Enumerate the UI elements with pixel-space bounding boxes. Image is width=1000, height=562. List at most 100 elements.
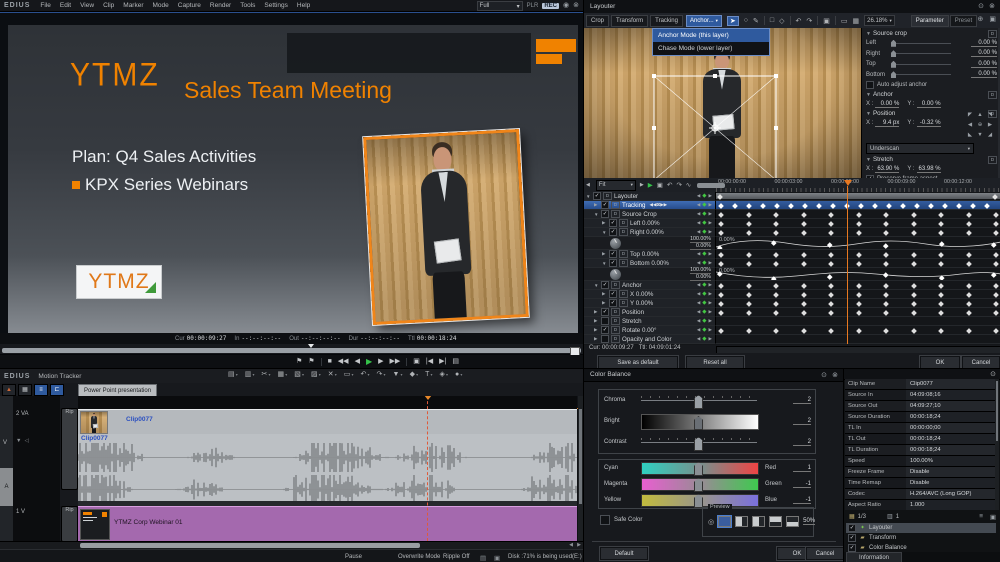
prev-edit-point-icon[interactable]: |◀ — [426, 357, 433, 366]
filter-layouter[interactable]: ✓ ✦ Layouter — [846, 523, 996, 533]
default-icon[interactable]: D — [619, 299, 628, 307]
anchor-values[interactable]: X :0.00 % Y :0.00 % — [866, 99, 997, 109]
scroll-left-icon[interactable]: ◀ — [569, 542, 573, 548]
graph-cell[interactable] — [716, 192, 1000, 201]
enable-checkbox[interactable]: ✓ — [601, 326, 609, 334]
track-patch-icon[interactable]: ⊏ — [50, 383, 64, 396]
expander-icon[interactable]: ▶ — [602, 300, 607, 306]
expander-icon[interactable]: ▶ — [594, 336, 599, 342]
copy-icon[interactable]: ▦ ▾ — [278, 370, 288, 378]
keyframe-nav[interactable]: ◀ ◆ ▶ — [697, 300, 712, 306]
enable-checkbox[interactable]: ✓ — [601, 281, 609, 289]
keyframe-diamond[interactable] — [828, 327, 834, 334]
keyframe-diamond[interactable] — [883, 211, 889, 218]
keyframe-nav[interactable]: ◀ ◆ ▶ — [697, 282, 712, 288]
expander-icon[interactable]: ▶ — [594, 318, 599, 324]
prev-key-icon[interactable]: ◀ — [697, 220, 700, 226]
jump-marker-icon[interactable]: ⚑ — [308, 357, 314, 366]
keyframe-diamond[interactable] — [910, 220, 917, 227]
slider-track[interactable] — [641, 395, 757, 409]
next-key-icon[interactable]: ▶ — [709, 291, 712, 297]
keyframe-diamond[interactable] — [745, 282, 752, 289]
focus-icon[interactable]: ▣ — [823, 17, 830, 25]
graph-cell[interactable] — [716, 201, 1000, 210]
keyframe-diamond[interactable] — [745, 260, 752, 267]
enable-checkbox[interactable] — [601, 317, 609, 325]
keyframe-diamond[interactable] — [883, 309, 889, 316]
recorder-toggle[interactable]: REC — [542, 3, 560, 9]
default-icon[interactable]: D — [988, 29, 997, 38]
keyframe-diamond[interactable] — [855, 211, 862, 218]
enable-checkbox[interactable]: ✓ — [601, 201, 609, 209]
play-icon[interactable]: ▶ — [366, 357, 372, 366]
tree-row-bottom[interactable]: ▼ ✓ D Bottom 0.00% ◀ ◆ ▶ — [584, 259, 1000, 268]
keyframe-diamond[interactable] — [910, 291, 917, 298]
keyframe-diamond[interactable] — [993, 220, 999, 227]
keyframe-diamond[interactable] — [718, 260, 724, 267]
slider-bright[interactable]: Bright 2 — [599, 411, 815, 432]
keyframe-diamond[interactable] — [910, 327, 917, 334]
keyframe-diamond[interactable] — [883, 229, 889, 236]
keyframe-diamond[interactable] — [883, 220, 889, 227]
status-icon-1[interactable]: ▤ — [480, 554, 486, 562]
keyframe-diamond[interactable] — [745, 300, 752, 307]
anchor-mode-dropdown[interactable]: Anchor... ▾ — [685, 14, 722, 27]
add-key-icon[interactable]: ◆ — [702, 193, 706, 199]
keyframe-diamond[interactable] — [886, 202, 892, 209]
expander-icon[interactable]: ▼ — [602, 230, 607, 235]
crop-right-slider[interactable]: Right 0.00 % — [866, 49, 997, 60]
keyframe-diamond[interactable] — [745, 229, 752, 236]
fit-dropdown[interactable]: Fit ▾ — [595, 179, 636, 191]
keyframe-nav[interactable]: ◀ ◆ ▶ — [697, 220, 712, 226]
prev-key-icon[interactable]: ◀ — [697, 318, 700, 324]
sync-mode-icon[interactable]: ▲ — [2, 383, 16, 396]
enable-checkbox[interactable]: ✓ — [609, 250, 617, 258]
graph-cell[interactable] — [716, 335, 1000, 344]
default-icon[interactable]: D — [611, 308, 620, 316]
keyframe-nav[interactable]: ◀ ◆ ▶ — [697, 260, 712, 266]
keyframe-ruler[interactable]: 00:00:00:00 00:00:03:00 00:00:06:00 00:00:0… — [716, 178, 1000, 192]
trim-icon[interactable]: ▭ ▾ — [344, 370, 354, 378]
keyframe-diamond[interactable] — [828, 309, 834, 316]
expander-icon[interactable]: ▼ — [586, 194, 591, 199]
expander-icon[interactable]: ▶ — [594, 309, 599, 315]
close-icon[interactable]: ⊗ — [832, 371, 838, 379]
graph-cell[interactable] — [716, 250, 1000, 259]
filter-checkbox[interactable]: ✓ — [848, 534, 856, 542]
keyframe-nav[interactable]: ◀ ◆ ▶ — [697, 327, 712, 333]
keyframe-diamond[interactable] — [883, 327, 889, 334]
cancel-button[interactable]: Cancel — [805, 546, 845, 561]
keyframe-diamond[interactable] — [800, 291, 807, 298]
rewind-icon[interactable]: ◀◀ — [338, 357, 349, 366]
title-clip[interactable]: YTMZ Corp Webinar 01 — [78, 506, 577, 541]
keyframe-diamond[interactable] — [858, 202, 864, 209]
capture-icon[interactable]: ● ▾ — [455, 371, 462, 378]
next-key-icon[interactable]: ▶ — [709, 318, 712, 324]
minimize-icon[interactable]: ◉ — [563, 2, 569, 10]
tree-cell[interactable]: 100.00% 0.00% — [584, 236, 716, 250]
keyframe-diamond[interactable] — [965, 251, 972, 258]
tree-cell[interactable]: ▶ ✓ D Position ◀ ◆ ▶ — [584, 308, 716, 317]
keyframe-diamond[interactable] — [718, 327, 724, 334]
keyframe-diamond[interactable] — [718, 300, 724, 307]
menu-view[interactable]: View — [80, 2, 94, 9]
next-key-icon[interactable]: ▶ — [709, 282, 712, 288]
graph-cell[interactable] — [716, 281, 1000, 290]
slider-contrast[interactable]: Contrast 2 — [599, 432, 815, 453]
keyframe-panel-icon[interactable]: ⊕ — [978, 15, 984, 23]
tree-cell[interactable]: 100.00% 0.00% — [584, 267, 716, 281]
tree-row-stretch[interactable]: ▶ D Stretch ◀ ◆ ▶ — [584, 317, 1000, 326]
prev-key-icon[interactable]: ◀ — [697, 202, 700, 208]
status-mode[interactable]: Overwrite Mode — [398, 554, 440, 560]
close-icon[interactable]: ⊗ — [989, 2, 995, 10]
group-mode-icon[interactable]: ≡ — [34, 383, 48, 396]
tree-cell[interactable]: ▶ ✓ D Top 0.00% ◀ ◆ ▶ — [584, 250, 716, 259]
prev-key-icon[interactable]: ◀ — [697, 260, 700, 266]
ripple-cell-track2[interactable]: Rip — [61, 408, 78, 490]
transition-icon[interactable]: ◆ ▾ — [410, 370, 419, 378]
keyframe-diamond[interactable] — [855, 291, 862, 298]
preview-split-half-icon[interactable] — [752, 516, 766, 527]
keyframe-diamond[interactable] — [800, 327, 807, 334]
add-key-icon[interactable]: ◆ — [702, 251, 706, 257]
keyframe-diamond[interactable] — [956, 202, 962, 209]
